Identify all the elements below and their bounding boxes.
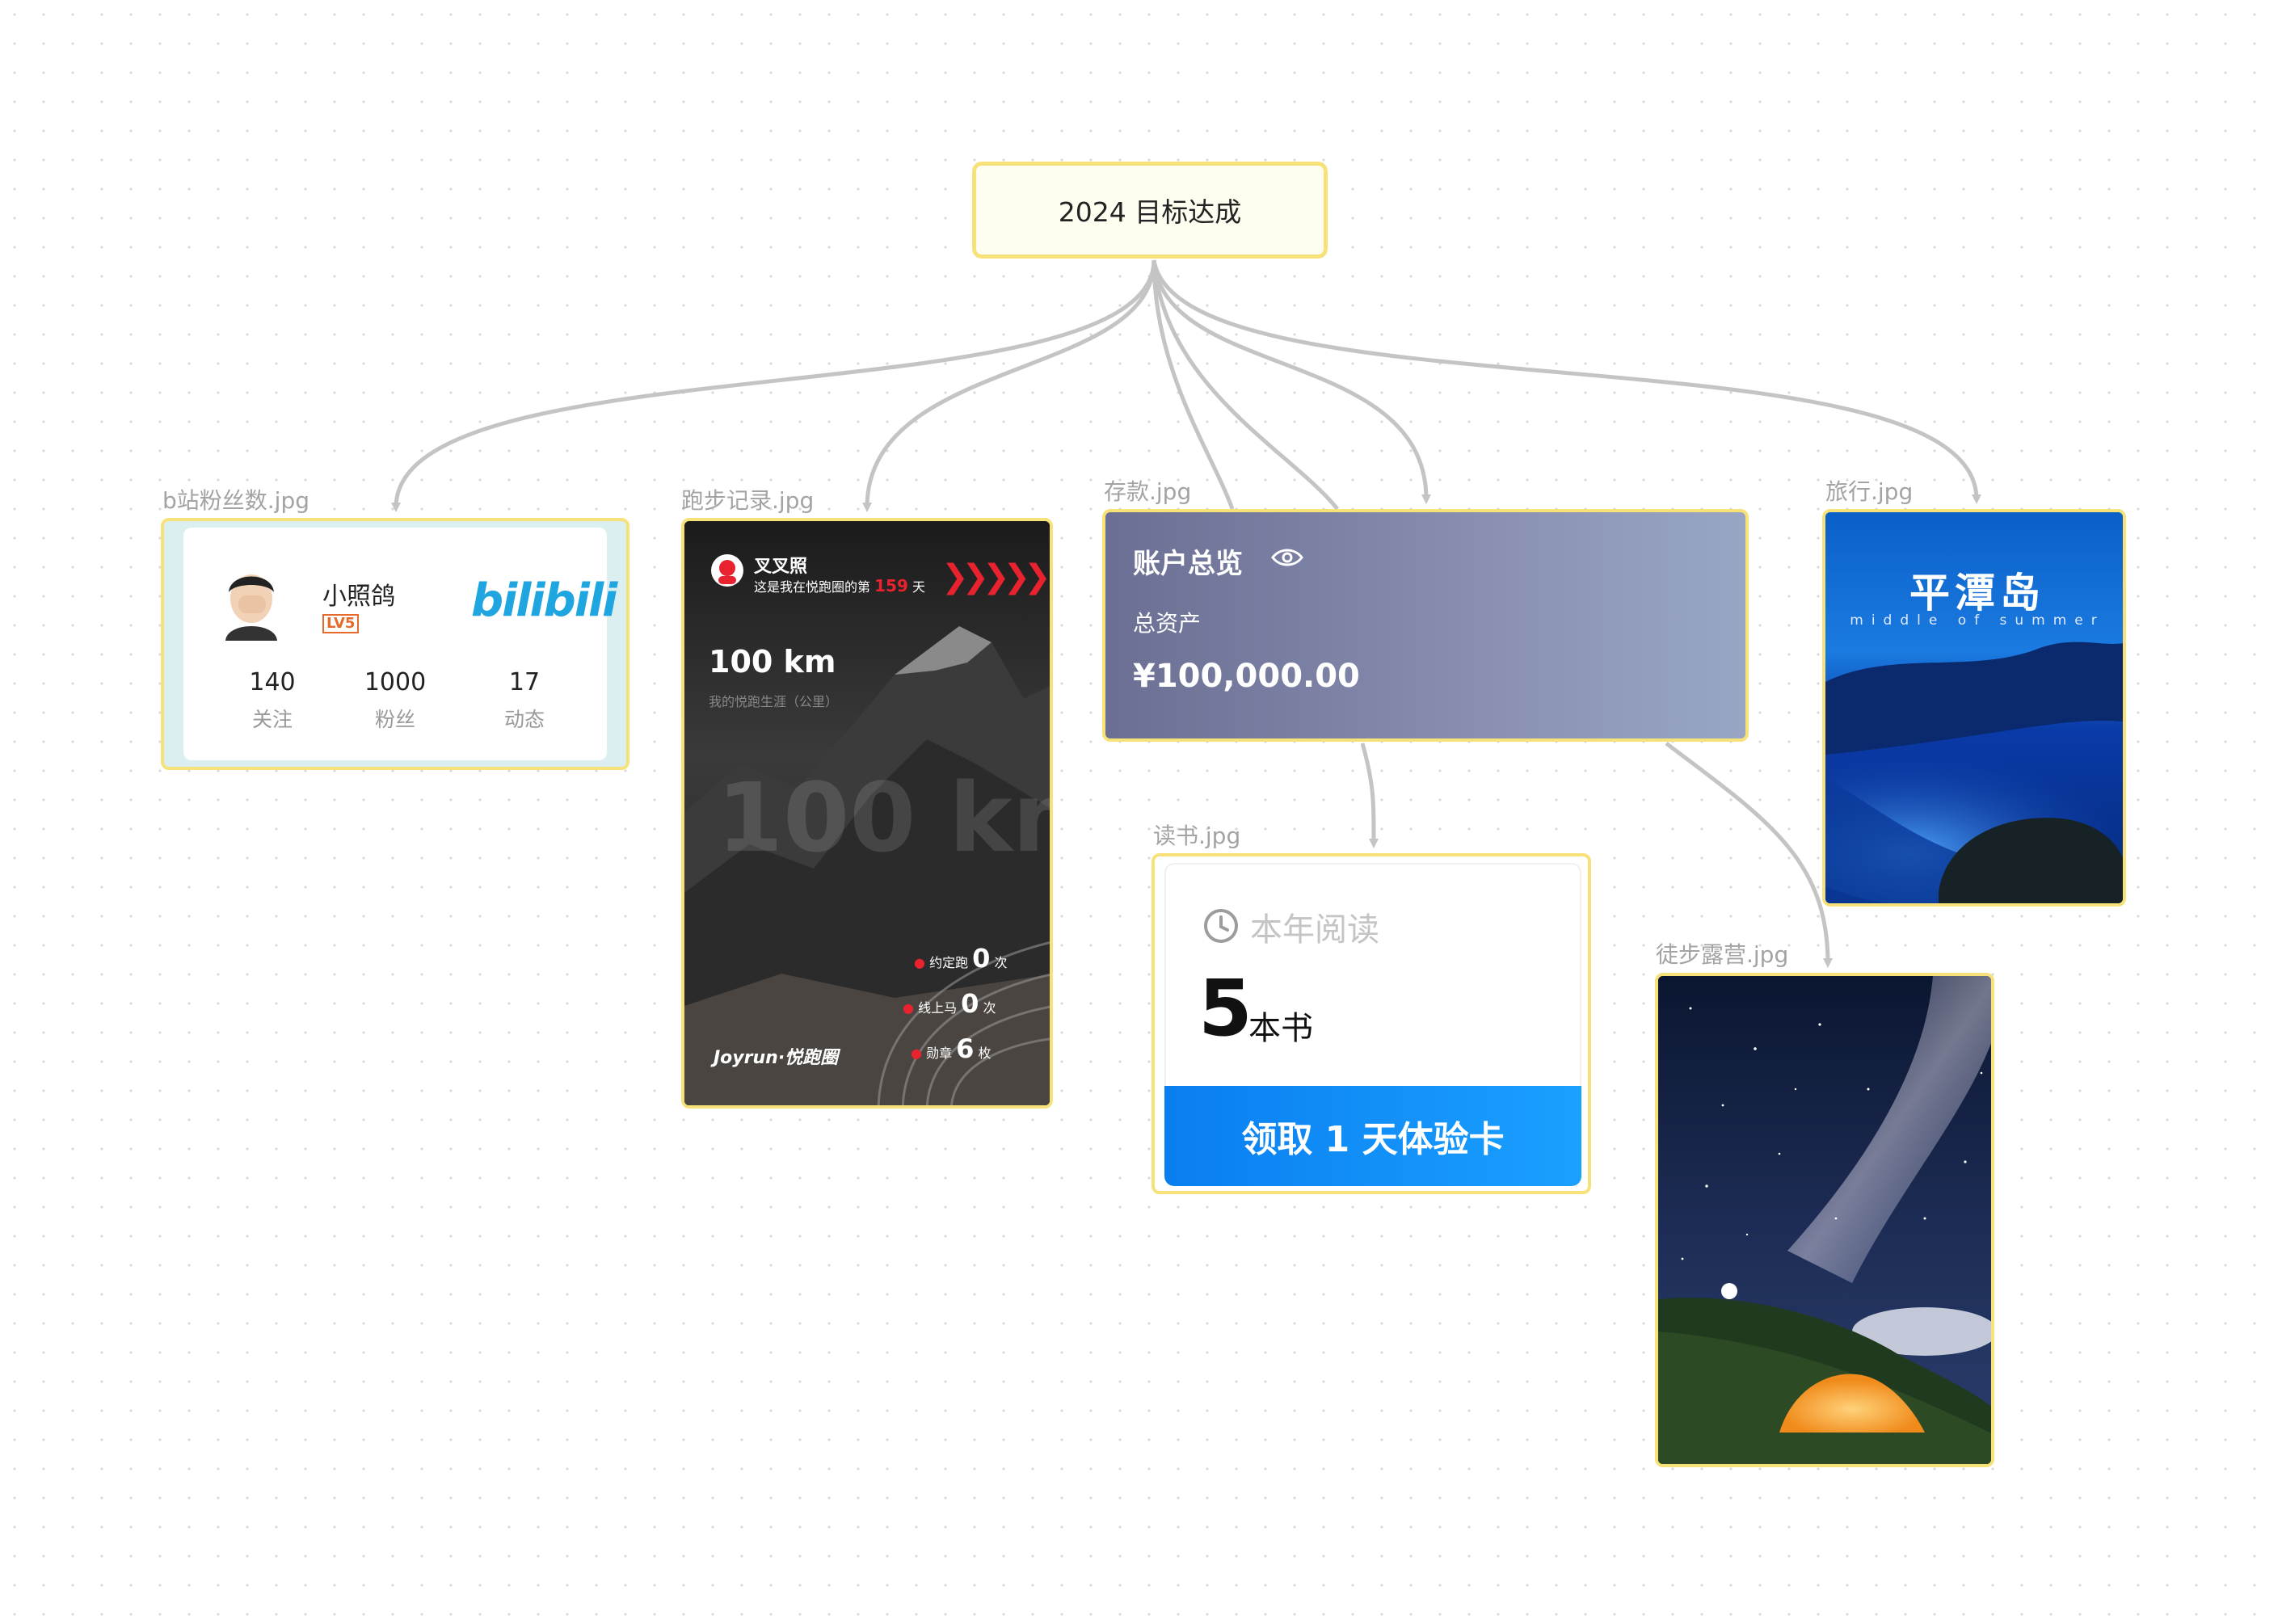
file-label-bili: b站粉丝数.jpg bbox=[162, 487, 310, 514]
stat-followers-value: 1000 bbox=[364, 668, 427, 696]
eye-icon[interactable] bbox=[1270, 546, 1304, 569]
stat-posts-label: 动态 bbox=[503, 708, 545, 731]
avatar bbox=[225, 574, 277, 641]
runner-avatar bbox=[711, 554, 743, 587]
stat-following-value: 140 bbox=[249, 668, 296, 696]
reading-count: 5 bbox=[1198, 963, 1253, 1054]
bili-username: 小照鸽 bbox=[322, 583, 395, 611]
stat-following-label: 关注 bbox=[251, 708, 293, 731]
account-title: 账户总览 bbox=[1133, 548, 1243, 580]
edge-to-reading bbox=[1360, 743, 1379, 848]
run-distance: 100 km bbox=[709, 644, 836, 679]
file-label-hike: 徒步露营.jpg bbox=[1656, 941, 1789, 968]
root-label: 2024 目标达成 bbox=[1058, 196, 1242, 228]
run-stat-row: ● 线上马 0 次 bbox=[903, 988, 996, 1019]
account-node[interactable]: 账户总览 总资产 ¥100,000.00 bbox=[1102, 509, 1749, 742]
run-watermark: 100 km bbox=[717, 762, 1050, 873]
travel-title: 平潭岛 bbox=[1909, 569, 2045, 616]
camping-image bbox=[1658, 976, 1991, 1464]
run-stat-row: ● 勋章 6 枚 bbox=[911, 1033, 992, 1064]
file-label-run: 跑步记录.jpg bbox=[681, 487, 815, 514]
reading-node[interactable]: 本年阅读 5 本书 领取 1 天体验卡 bbox=[1152, 853, 1591, 1194]
travel-subtitle: middle of summer bbox=[1850, 612, 2105, 629]
run-node[interactable]: 叉叉照 这是我在悦跑圈的第 159 天 ❯❯❯❯❯ 100 km 我的悦跑生涯（… bbox=[681, 518, 1053, 1109]
runner-subtitle: 这是我在悦跑圈的第 159 天 bbox=[754, 576, 925, 595]
reading-unit: 本书 bbox=[1248, 1010, 1313, 1047]
file-label-reading: 读书.jpg bbox=[1153, 823, 1241, 849]
bili-card: 小照鸽 LV5 bilibili 140 关注 1000 粉丝 17 动态 bbox=[183, 528, 617, 760]
edge-to-travel bbox=[1152, 259, 1981, 504]
stat-posts-value: 17 bbox=[508, 668, 541, 696]
account-amount: ¥100,000.00 bbox=[1133, 658, 1360, 695]
reading-title: 本年阅读 bbox=[1250, 911, 1379, 949]
level-badge: LV5 bbox=[322, 614, 360, 633]
travel-node[interactable]: 平潭岛 middle of summer bbox=[1822, 509, 2126, 907]
edge-to-bili bbox=[391, 259, 1156, 512]
bili-node[interactable]: 小照鸽 LV5 bilibili 140 关注 1000 粉丝 17 动态 bbox=[161, 518, 629, 770]
edge-to-hike bbox=[1665, 742, 1833, 968]
run-stat-row: ● 约定跑 0 次 bbox=[914, 943, 1008, 974]
file-label-travel: 旅行.jpg bbox=[1825, 478, 1914, 505]
account-sub: 总资产 bbox=[1133, 610, 1202, 637]
clock-icon bbox=[1204, 909, 1238, 943]
run-days: 159 bbox=[874, 576, 908, 595]
hike-node[interactable] bbox=[1655, 973, 1994, 1467]
bilibili-logo: bilibili bbox=[471, 574, 617, 627]
claim-trial-button[interactable]: 领取 1 天体验卡 bbox=[1164, 1086, 1581, 1186]
root-node[interactable]: 2024 目标达成 bbox=[972, 162, 1328, 259]
run-distance-caption: 我的悦跑生涯（公里） bbox=[709, 694, 839, 709]
chevrons-icon: ❯❯❯❯❯ bbox=[941, 558, 1050, 595]
reading-card: 本年阅读 5 本书 领取 1 天体验卡 bbox=[1164, 863, 1581, 1186]
joyrun-logo: Joyrun·悦跑圈 bbox=[714, 1048, 839, 1068]
stat-followers-label: 粉丝 bbox=[374, 708, 415, 731]
runner-name: 叉叉照 bbox=[754, 557, 808, 577]
file-label-account: 存款.jpg bbox=[1104, 478, 1192, 505]
edge-to-run bbox=[862, 259, 1156, 512]
